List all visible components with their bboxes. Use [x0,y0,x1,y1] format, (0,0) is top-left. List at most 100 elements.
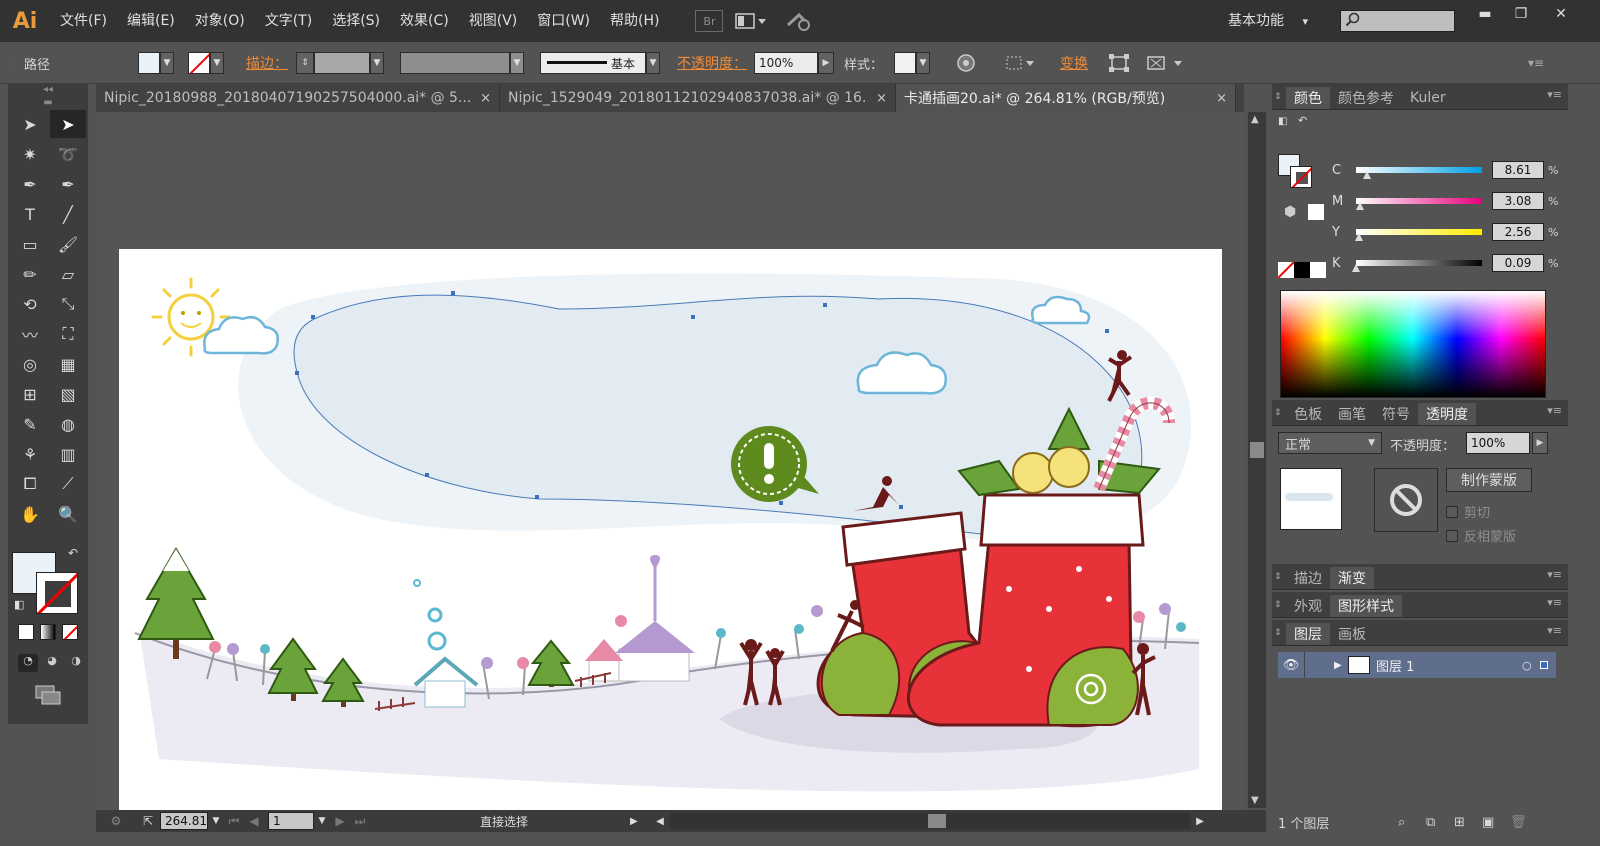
menu-item[interactable]: 编辑(E) [117,0,185,42]
hscroll-right-icon[interactable]: ▶ [1190,816,1210,827]
opacity-field[interactable]: 100% [754,52,818,74]
scale-tool-icon[interactable]: ⤡ [50,290,86,318]
default-colors-icon[interactable]: ◧ [14,598,24,611]
vertical-scrollbar[interactable]: ▲ ▼ [1248,112,1266,808]
object-thumbnail[interactable] [1280,468,1342,530]
transform-panel-link[interactable]: 变换 [1060,42,1088,84]
channel-track[interactable] [1356,167,1482,179]
chevron-down-icon[interactable]: ▼ [208,816,224,826]
gradient-mode-icon[interactable] [40,624,56,640]
draw-behind-icon[interactable]: ◕ [42,654,62,672]
variable-width-field[interactable] [400,52,510,74]
paintbrush-tool-icon[interactable]: 🖌 [50,230,86,258]
chevron-down-icon[interactable]: ▼ [210,52,224,74]
mask-placeholder-icon[interactable] [1374,468,1438,532]
clip-checkbox[interactable]: 剪切 [1446,502,1490,521]
column-graph-tool-icon[interactable]: ▥ [50,440,86,468]
fill-swatch[interactable] [138,52,160,74]
stroke-weight-stepper[interactable]: ⇕ [296,52,314,74]
mesh-tool-icon[interactable]: ⊞ [12,380,48,408]
prev-artboard-icon[interactable]: ◀ [244,814,264,828]
scroll-down-icon[interactable]: ▼ [1251,795,1259,806]
channel-value-field[interactable]: 3.08 [1492,192,1544,210]
graphic-style-swatch[interactable] [894,52,916,74]
channel-track[interactable] [1352,260,1482,272]
workspace-switcher[interactable]: 基本功能 ▾ [1228,10,1308,30]
align-options-icon[interactable] [1004,42,1036,84]
document-tab[interactable]: Nipic_1529049_20180112102940837038.ai* @… [500,84,896,112]
type-tool-icon[interactable]: T [12,200,48,228]
selection-tool-icon[interactable]: ➤ [12,110,48,138]
brush-definition[interactable]: 基本 ▼ [540,42,660,84]
panel-menu-icon[interactable]: ▾≡ [1547,624,1562,637]
next-artboard-icon[interactable]: ▶ [330,814,350,828]
web-safe-swatch[interactable] [1308,204,1324,220]
swap-colors-icon[interactable]: ↶ [1298,114,1307,127]
stroke-swatch-large[interactable] [36,572,78,614]
slider-thumb-icon[interactable] [1362,171,1371,179]
minimize-button[interactable]: ▬ [1468,3,1502,25]
none-swatch[interactable] [1278,262,1294,278]
screen-mode-icon[interactable] [34,684,62,706]
panel-tab[interactable]: 颜色参考 [1330,87,1402,109]
chevron-down-icon[interactable]: ▼ [370,52,384,74]
panel-collapse-icon[interactable]: ⇕ [1274,628,1286,638]
default-colors-icon[interactable]: ◧ [1278,116,1287,127]
out-of-gamut-icon[interactable]: ⬢ [1284,204,1296,220]
share-icon[interactable]: ⇱ [136,814,160,828]
none-mode-icon[interactable] [62,624,78,640]
chevron-down-icon[interactable]: ▼ [160,52,174,74]
eye-icon[interactable]: 👁 [1278,658,1304,673]
chevron-down-icon[interactable]: ▼ [314,816,330,826]
menu-item[interactable]: 帮助(H) [600,0,669,42]
panel-tab[interactable]: 图形样式 [1330,595,1402,617]
opacity-control[interactable]: 100% ▶ [754,42,834,84]
brush-definition-field[interactable]: 基本 [540,52,646,74]
opacity-panel-link[interactable]: 不透明度： [677,42,747,84]
checkbox-icon[interactable] [1446,505,1458,518]
channel-value-field[interactable]: 0.09 [1492,254,1544,272]
last-artboard-icon[interactable]: ⏭ [350,814,370,829]
panel-menu-icon[interactable]: ▾≡ [1547,404,1562,417]
locate-object-icon[interactable]: ⌕ [1398,815,1426,830]
canvas-area[interactable] [96,112,1244,812]
fill-stroke-widget[interactable]: ↶ ◧ [12,546,84,616]
stroke-swatch-control[interactable]: ▼ [188,42,224,84]
hand-tool-icon[interactable]: ✋ [12,500,48,528]
christmas-illustration[interactable] [119,249,1222,812]
scrollbar-thumb[interactable] [1250,442,1264,458]
menu-item[interactable]: 选择(S) [322,0,390,42]
artboard[interactable] [119,249,1222,812]
new-layer-icon[interactable]: ▣ [1482,815,1510,830]
recolor-artwork-icon[interactable] [956,42,976,84]
scrollbar-thumb[interactable] [928,814,946,828]
close-tab-icon[interactable]: × [1216,91,1227,106]
panel-tab[interactable]: 图层 [1286,623,1330,645]
slider-thumb-icon[interactable] [1355,233,1364,241]
panel-collapse-icon[interactable]: ⇕ [1274,600,1286,610]
trash-icon[interactable]: 🗑 [1510,815,1538,830]
menu-item[interactable]: 文件(F) [50,0,117,42]
document-tab[interactable]: Nipic_20180988_20180407190257504000.ai* … [96,84,500,112]
free-transform-tool-icon[interactable]: ⛶ [50,320,86,348]
lock-column[interactable] [1304,652,1334,678]
close-tab-icon[interactable]: × [876,91,887,106]
panel-menu-icon[interactable]: ▾≡ [1547,88,1562,101]
status-menu-icon[interactable]: ▶ [630,816,650,827]
isolate-group-icon[interactable] [1146,42,1186,84]
panel-tab[interactable]: 颜色 [1286,87,1330,109]
first-artboard-icon[interactable]: ⏮ [224,814,244,829]
chevron-down-icon[interactable]: ▼ [510,52,524,74]
artboard-tool-icon[interactable]: ⧠ [12,470,48,498]
panel-tab[interactable]: 渐变 [1330,567,1374,589]
panel-collapse-icon[interactable]: ⇕ [1274,408,1286,418]
rotate-tool-icon[interactable]: ⟲ [12,290,48,318]
horizontal-scrollbar[interactable] [670,813,1190,829]
graphic-style-control[interactable]: ▼ [894,42,930,84]
slider-thumb-icon[interactable] [1355,202,1364,210]
panel-menu-icon[interactable]: ▾≡ [1547,568,1562,581]
menu-item[interactable]: 对象(O) [185,0,255,42]
checkbox-icon[interactable] [1446,529,1458,542]
channel-value-field[interactable]: 8.61 [1492,161,1544,179]
panel-tab[interactable]: 画笔 [1330,403,1374,425]
